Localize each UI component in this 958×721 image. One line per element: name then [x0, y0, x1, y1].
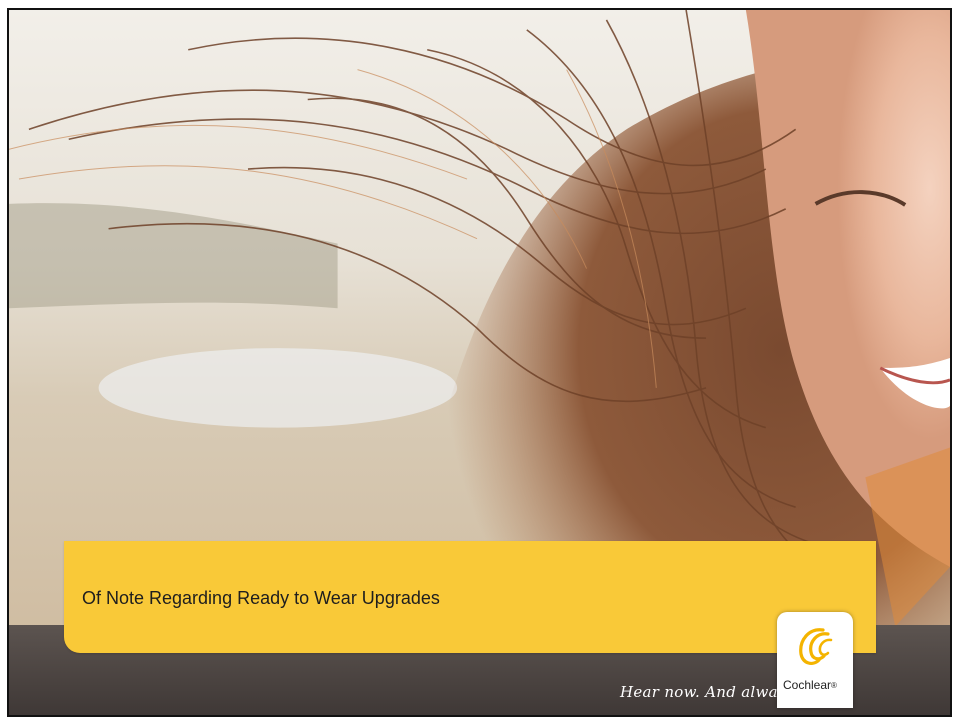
- brand-name: Cochlear: [783, 678, 832, 692]
- cochlear-swirl-logo-icon: [799, 628, 833, 665]
- brand-wordmark: Cochlear®: [783, 678, 837, 692]
- registered-mark: ®: [831, 681, 837, 690]
- tagline: Hear now. And always: [620, 683, 795, 701]
- cochlear-logo: Cochlear®: [777, 612, 853, 708]
- slide-title: Of Note Regarding Ready to Wear Upgrades: [82, 588, 440, 608]
- slide: Of Note Regarding Ready to Wear Upgrades…: [0, 0, 958, 721]
